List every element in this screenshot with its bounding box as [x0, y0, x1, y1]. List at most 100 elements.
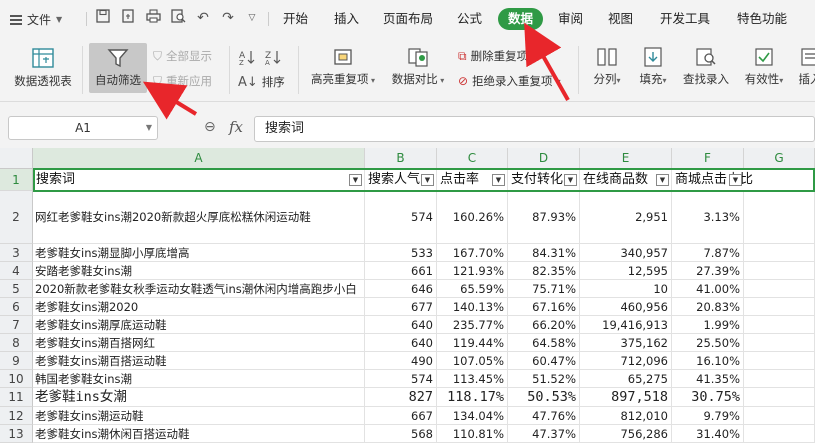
sort-button[interactable]: A↓ 排序 [238, 74, 285, 90]
cell-pay-conversion[interactable]: 51.52% [508, 370, 580, 388]
tab-review[interactable]: 审阅 [558, 8, 583, 30]
column-header-b[interactable]: B [365, 148, 437, 169]
split-column-button[interactable]: 分列▾ [588, 46, 626, 87]
cell-ctr[interactable]: 235.77% [437, 316, 508, 334]
cell-online-products[interactable]: 19,416,913 [580, 316, 672, 334]
cell-ctr[interactable]: 118.17% [437, 388, 508, 407]
row-header[interactable]: 5 [0, 280, 33, 298]
cell-search-term[interactable]: 2020新款老爹鞋女秋季运动女鞋透气ins潮休闲内增高跑步小白 [33, 280, 365, 298]
cell-online-products[interactable]: 375,162 [580, 334, 672, 352]
tab-home[interactable]: 开始 [283, 8, 308, 30]
function-icon[interactable]: fx [229, 118, 243, 136]
cell-pay-conversion[interactable]: 82.35% [508, 262, 580, 280]
print-icon[interactable] [144, 9, 162, 27]
file-menu[interactable]: 文件 ▼ [10, 11, 62, 28]
cell-empty[interactable] [744, 280, 815, 298]
cell-ctr[interactable]: 119.44% [437, 334, 508, 352]
spreadsheet-grid[interactable]: A B C D E F G 1 搜索词 搜索人气 点击率 支付转化 在线商品数 … [0, 148, 815, 445]
cell-empty[interactable] [744, 352, 815, 370]
cell-mall-click-share[interactable]: 3.13% [672, 191, 744, 244]
cell-ctr[interactable]: 160.26% [437, 191, 508, 244]
row-header[interactable]: 9 [0, 352, 33, 370]
tab-formulas[interactable]: 公式 [457, 8, 482, 30]
cell-pay-conversion[interactable]: 67.16% [508, 298, 580, 316]
fill-button[interactable]: 填充▾ [634, 46, 672, 87]
cell-mall-click-share[interactable]: 9.79% [672, 407, 744, 425]
cell-mall-click-share[interactable]: 7.87% [672, 244, 744, 262]
cell-search-term[interactable]: 安踏老爹鞋女ins潮 [33, 262, 365, 280]
cell-search-term[interactable]: 韩国老爹鞋女ins潮 [33, 370, 365, 388]
tab-page-layout[interactable]: 页面布局 [383, 8, 433, 30]
cell-pay-conversion[interactable]: 87.93% [508, 191, 580, 244]
cell-empty[interactable] [744, 407, 815, 425]
insert-dropdown-button[interactable]: 插入 [795, 46, 815, 87]
column-header-f[interactable]: F [672, 148, 744, 169]
cell-pay-conversion[interactable]: 50.53% [508, 388, 580, 407]
formula-input[interactable]: 搜索词 [254, 116, 815, 142]
cell-empty[interactable] [744, 334, 815, 352]
filter-dropdown-icon[interactable]: ▼ [564, 174, 577, 186]
cell-empty[interactable] [744, 370, 815, 388]
cell-online-products[interactable]: 812,010 [580, 407, 672, 425]
cell-search-term[interactable]: 老爹鞋女ins潮厚底运动鞋 [33, 316, 365, 334]
undo-icon[interactable]: ↶ [194, 9, 212, 27]
reapply-button[interactable]: ⛉ 重新应用 [153, 73, 212, 89]
name-box[interactable]: A1 ▼ [8, 116, 158, 140]
cell-search-term[interactable]: 老爹鞋女ins潮2020 [33, 298, 365, 316]
column-header-g[interactable]: G [744, 148, 815, 169]
cell-mall-click-share[interactable]: 41.35% [672, 370, 744, 388]
cell-search-term[interactable]: 老爹鞋女ins潮运动鞋 [33, 407, 365, 425]
cell-online-products[interactable]: 460,956 [580, 298, 672, 316]
cell-ctr[interactable]: 110.81% [437, 425, 508, 443]
row-header[interactable]: 10 [0, 370, 33, 388]
auto-filter-button[interactable]: 自动筛选 [89, 43, 147, 93]
tab-developer[interactable]: 开发工具 [660, 8, 710, 30]
cell-ctr[interactable]: 107.05% [437, 352, 508, 370]
column-header-d[interactable]: D [508, 148, 580, 169]
cell-ctr[interactable]: 134.04% [437, 407, 508, 425]
cell-online-products[interactable]: 897,518 [580, 388, 672, 407]
cell-search-popularity[interactable]: 574 [365, 370, 437, 388]
cell-pay-conversion[interactable]: 47.37% [508, 425, 580, 443]
cell-mall-click-share[interactable]: 31.40% [672, 425, 744, 443]
cell-search-term[interactable]: 老爹鞋女ins潮百搭网红 [33, 334, 365, 352]
cell-online-products[interactable]: 756,286 [580, 425, 672, 443]
cell-mall-click-share[interactable]: 20.83% [672, 298, 744, 316]
find-entry-button[interactable]: 查找录入 [680, 46, 732, 87]
row-header[interactable]: 11 [0, 388, 33, 407]
cell-search-popularity[interactable]: 640 [365, 316, 437, 334]
print-preview-icon[interactable] [169, 9, 187, 27]
filter-dropdown-icon[interactable]: ▼ [349, 174, 362, 186]
row-header[interactable]: 7 [0, 316, 33, 334]
reject-duplicates-button[interactable]: ⊘ 拒绝录入重复项 ▾ [458, 73, 561, 89]
highlight-duplicates-button[interactable]: 高亮重复项 ▾ [306, 46, 380, 87]
cell-search-term[interactable]: 老爹鞋ins女潮 [33, 388, 365, 407]
quick-access-dropdown-icon[interactable]: ▽ [243, 9, 261, 27]
filter-dropdown-icon[interactable]: ▼ [421, 174, 434, 186]
cell-mall-click-share[interactable]: 41.00% [672, 280, 744, 298]
filter-dropdown-icon[interactable]: ▼ [656, 174, 669, 186]
data-validity-button[interactable]: 有效性▾ [740, 46, 788, 87]
cell-search-popularity[interactable]: 827 [365, 388, 437, 407]
zoom-search-icon[interactable]: ⊖ [204, 119, 216, 135]
cell-mall-click-share[interactable]: 16.10% [672, 352, 744, 370]
column-header-c[interactable]: C [437, 148, 508, 169]
cell-mall-click-share[interactable]: 27.39% [672, 262, 744, 280]
data-compare-button[interactable]: 数据对比 ▾ [388, 46, 448, 87]
cell-online-products[interactable]: 65,275 [580, 370, 672, 388]
row-header[interactable]: 6 [0, 298, 33, 316]
cell-ctr[interactable]: 113.45% [437, 370, 508, 388]
cell-pay-conversion[interactable]: 60.47% [508, 352, 580, 370]
cell-search-popularity[interactable]: 640 [365, 334, 437, 352]
cell-search-popularity[interactable]: 677 [365, 298, 437, 316]
tab-data[interactable]: 数据 [498, 8, 544, 30]
export-pdf-icon[interactable] [119, 9, 137, 27]
filter-dropdown-icon[interactable]: ▼ [492, 174, 505, 186]
cell-online-products[interactable]: 10 [580, 280, 672, 298]
cell-search-term[interactable]: 老爹鞋女ins潮休闲百搭运动鞋 [33, 425, 365, 443]
chevron-down-icon[interactable]: ▼ [146, 117, 152, 139]
sort-ascending-button[interactable]: AZ [238, 48, 256, 66]
cell-empty[interactable] [744, 191, 815, 244]
cell-search-popularity[interactable]: 661 [365, 262, 437, 280]
cell-empty[interactable] [744, 262, 815, 280]
